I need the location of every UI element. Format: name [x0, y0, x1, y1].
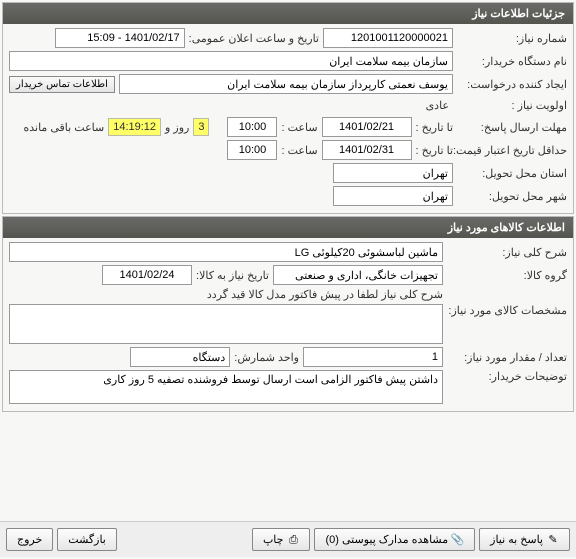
- need-details-body: شماره نیاز: تاریخ و ساعت اعلان عمومی: نا…: [3, 24, 573, 213]
- remaining-days: 3: [193, 118, 209, 136]
- need-number-label: شماره نیاز:: [457, 32, 567, 45]
- deadline-date-field[interactable]: [322, 117, 412, 137]
- reply-label: پاسخ به نیاز: [490, 533, 543, 546]
- remaining-hms: 14:19:12: [108, 118, 161, 136]
- to-date-label: تا تاریخ :: [416, 121, 453, 134]
- requester-field[interactable]: [119, 74, 453, 94]
- deliver-province-label: استان محل تحویل:: [457, 167, 567, 180]
- deliver-city-field[interactable]: [333, 186, 453, 206]
- need-date-label: تاریخ نیاز به کالا:: [196, 269, 269, 282]
- unit-field[interactable]: [130, 347, 230, 367]
- attachment-icon: 📎: [452, 534, 464, 546]
- remain-text: ساعت باقی مانده: [23, 121, 104, 134]
- deliver-city-label: شهر محل تحویل:: [457, 190, 567, 203]
- priority-value: عادی: [422, 97, 453, 114]
- main-desc-field[interactable]: [9, 242, 443, 262]
- validity-date-field[interactable]: [322, 140, 412, 160]
- buyer-note-label: توضیحات خریدار:: [447, 370, 567, 383]
- buyer-note-textarea[interactable]: [9, 370, 443, 404]
- need-details-panel: جزئیات اطلاعات نیاز شماره نیاز: تاریخ و …: [2, 2, 574, 214]
- need-date-field[interactable]: [102, 265, 192, 285]
- exit-label: خروج: [17, 533, 42, 546]
- spec-label: مشخصات کالای مورد نیاز:: [447, 304, 567, 317]
- group-label: گروه کالا:: [447, 269, 567, 282]
- qty-field[interactable]: [303, 347, 443, 367]
- goods-panel: اطلاعات کالاهای مورد نیاز شرح کلی نیاز: …: [2, 216, 574, 412]
- need-number-field[interactable]: [323, 28, 453, 48]
- days-text: روز و: [165, 121, 189, 134]
- need-details-header: جزئیات اطلاعات نیاز: [3, 3, 573, 24]
- validity-time-field[interactable]: [227, 140, 277, 160]
- qty-label: تعداد / مقدار مورد نیاز:: [447, 351, 567, 364]
- reply-icon: ✎: [547, 534, 559, 546]
- note-line: شرح کلی نیاز لطفا در پیش فاکتور مدل کالا…: [9, 288, 443, 301]
- buyer-field[interactable]: [9, 51, 453, 71]
- announce-field[interactable]: [55, 28, 185, 48]
- reply-button[interactable]: ✎ پاسخ به نیاز: [479, 528, 570, 551]
- buyer-contact-button[interactable]: اطلاعات تماس خریدار: [9, 76, 115, 93]
- deadline-time-field[interactable]: [227, 117, 277, 137]
- print-label: چاپ: [263, 533, 284, 546]
- requester-label: ایجاد کننده درخواست:: [457, 78, 567, 91]
- unit-label: واحد شمارش:: [234, 351, 299, 364]
- group-field[interactable]: [273, 265, 443, 285]
- print-icon: ⎙: [287, 534, 299, 546]
- attachments-label: مشاهده مدارک پیوستی (0): [325, 533, 448, 546]
- priority-label: اولویت نیاز :: [457, 99, 567, 112]
- goods-body: شرح کلی نیاز: گروه کالا: تاریخ نیاز به ک…: [3, 238, 573, 411]
- main-desc-label: شرح کلی نیاز:: [447, 246, 567, 259]
- announce-label: تاریخ و ساعت اعلان عمومی:: [189, 32, 319, 45]
- to-date-label-2: تا تاریخ :: [416, 144, 453, 157]
- back-button[interactable]: بازگشت: [57, 528, 117, 551]
- print-button[interactable]: ⎙ چاپ: [252, 528, 311, 551]
- validity-time-label: ساعت :: [281, 144, 317, 157]
- buyer-label: نام دستگاه خریدار:: [457, 55, 567, 68]
- footer-bar: ✎ پاسخ به نیاز 📎 مشاهده مدارک پیوستی (0)…: [0, 521, 576, 557]
- validity-label: حداقل تاریخ اعتبار قیمت:: [457, 144, 567, 157]
- attachments-button[interactable]: 📎 مشاهده مدارک پیوستی (0): [314, 528, 475, 551]
- back-label: بازگشت: [68, 533, 106, 546]
- goods-header: اطلاعات کالاهای مورد نیاز: [3, 217, 573, 238]
- deadline-label: مهلت ارسال پاسخ:: [457, 121, 567, 134]
- deadline-time-label: ساعت :: [281, 121, 317, 134]
- exit-button[interactable]: خروج: [6, 528, 53, 551]
- spec-textarea[interactable]: [9, 304, 443, 344]
- deliver-province-field[interactable]: [333, 163, 453, 183]
